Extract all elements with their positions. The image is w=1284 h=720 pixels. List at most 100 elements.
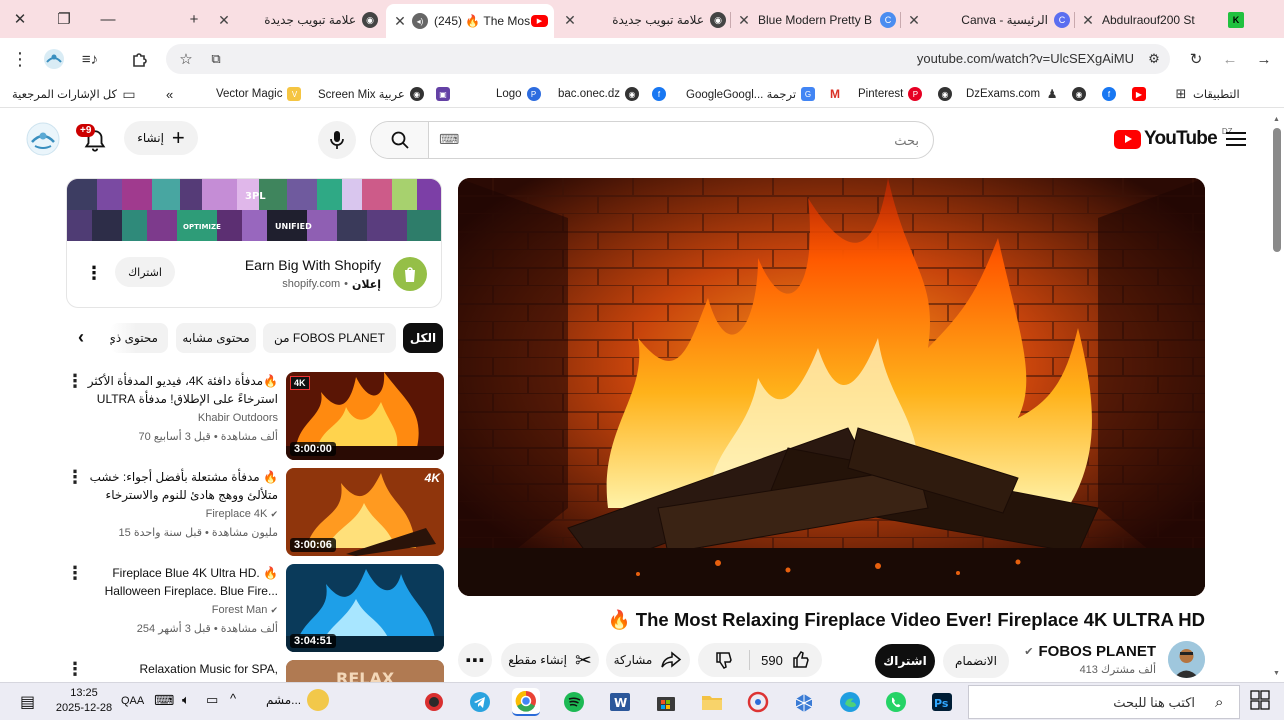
search-input[interactable] <box>479 130 919 150</box>
video-thumbnail[interactable]: RELAX <box>286 660 444 682</box>
bookmark-logo[interactable]: Logo P <box>496 85 541 103</box>
browser-tab[interactable]: ✕ Abdulraouf200 St K <box>1080 6 1244 34</box>
chrome-icon[interactable] <box>512 688 540 716</box>
channel-name[interactable]: ✔ FOBOS PLANET <box>1024 643 1156 660</box>
tab-close-icon[interactable]: ✕ <box>736 12 752 29</box>
taskbar-search-box[interactable]: ⌕ اكتب هنا للبحث <box>968 685 1240 719</box>
tab-close-icon[interactable]: ✕ <box>216 12 232 29</box>
app-icon[interactable] <box>790 688 818 716</box>
bookmark-gmail[interactable]: M <box>828 85 842 103</box>
telegram-icon[interactable] <box>466 688 494 716</box>
dislike-button[interactable] <box>698 650 750 670</box>
like-button[interactable]: 590 <box>750 650 822 670</box>
ad-more-icon[interactable]: ⋮ <box>85 263 103 284</box>
scroll-down-icon[interactable]: ▼ <box>1273 670 1280 677</box>
subscribe-button[interactable]: اشتراك <box>875 644 935 678</box>
ad-subscribe-button[interactable]: اشتراك <box>115 257 175 287</box>
browser-tab[interactable]: ✕ علامة تبويب جديدة ◉ <box>562 6 726 34</box>
chip-all[interactable]: الكل <box>403 323 443 353</box>
store-icon[interactable] <box>652 688 680 716</box>
input-language[interactable]: QAA <box>121 695 144 707</box>
ad-card[interactable]: 3PL OPTIMIZE UNIFIED Earn Big With Shopi… <box>66 178 442 308</box>
app-icon[interactable] <box>420 688 448 716</box>
new-tab-icon[interactable]: + <box>182 8 206 30</box>
channel-avatar[interactable] <box>1168 641 1205 678</box>
audio-icon[interactable]: ◂) <box>412 13 428 29</box>
join-button[interactable]: الانضمام <box>943 644 1009 678</box>
recommendation-title[interactable]: 🔥 مدفأة مشتعلة بأفضل أجواء: خشب متلألئ و… <box>82 468 278 504</box>
clip-button[interactable]: إنشاء مقطع ✂ <box>501 643 599 677</box>
reading-list-icon[interactable]: ≡♪ <box>78 47 102 71</box>
bookmark-facebook-2[interactable]: f <box>1102 85 1116 103</box>
system-clock[interactable]: 13:25 2025-12-28 <box>52 686 116 716</box>
keyboard-icon[interactable]: ⌨ <box>154 692 174 709</box>
recommendation-item[interactable]: 4K 3:00:06 🔥 مدفأة مشتعلة بأفضل أجواء: خ… <box>66 468 444 560</box>
tab-close-icon[interactable]: ✕ <box>906 12 922 29</box>
tab-close-icon[interactable]: ✕ <box>1080 12 1096 29</box>
weather-widget[interactable]: مشم... <box>266 689 330 711</box>
browser-tab[interactable]: ✕ Canva - الرئيسية C <box>906 6 1070 34</box>
show-hidden-icons[interactable]: ^ <box>230 691 236 706</box>
chip-related[interactable]: محتوى ذي <box>110 323 168 353</box>
profile-avatar[interactable] <box>42 47 66 71</box>
more-options-icon[interactable]: ⋮ <box>66 468 84 486</box>
keyboard-icon[interactable]: ⌨ <box>439 131 459 148</box>
share-button[interactable]: مشاركة <box>606 643 690 677</box>
account-avatar[interactable] <box>26 122 60 161</box>
extensions-icon[interactable] <box>128 47 152 71</box>
recommendation-channel[interactable]: Forest Man ✔ <box>212 604 278 616</box>
whatsapp-icon[interactable] <box>882 688 910 716</box>
reload-icon[interactable]: ↻ <box>1184 47 1208 71</box>
close-window-icon[interactable]: ✕ <box>8 8 32 30</box>
more-options-icon[interactable]: ⋮ <box>66 372 84 390</box>
bookmark-star-icon[interactable]: ☆ <box>174 47 198 71</box>
bookmark-chrome-2[interactable]: ◉ <box>1072 85 1086 103</box>
bookmarks-overflow-icon[interactable]: « <box>166 85 173 103</box>
network-icon[interactable]: ▭ <box>206 692 218 708</box>
tab-close-icon[interactable]: ✕ <box>562 12 578 29</box>
all-bookmarks-folder[interactable]: كل الإشارات المرجعية ▭ <box>12 85 136 103</box>
file-explorer-icon[interactable] <box>698 688 726 716</box>
more-options-icon[interactable]: ⋮ <box>66 564 84 582</box>
video-thumbnail[interactable]: 4K 3:00:06 <box>286 468 444 556</box>
recommendation-title[interactable]: 🔥مدفأة دافئة 4K، فيديو المدفأة الأكثر اس… <box>82 372 278 408</box>
browser-tab[interactable]: ✕ Blue Modern Pretty B C <box>736 6 896 34</box>
create-button[interactable]: إنشاء + <box>124 121 198 155</box>
notification-center-icon[interactable]: ▤ <box>20 692 35 712</box>
install-app-icon[interactable]: ⧉ <box>204 47 228 71</box>
recommendation-title[interactable]: Fireplace Blue 4K Ultra HD. 🔥 Halloween … <box>82 564 278 600</box>
youtube-logo[interactable]: YouTube DZ <box>1114 127 1233 150</box>
bookmark-vector-magic[interactable]: Vector Magic V <box>216 85 302 103</box>
recommendation-item[interactable]: RELAX Relaxation Music for SPA, ⋮ <box>66 660 444 682</box>
more-options-icon[interactable]: ⋮ <box>66 660 84 678</box>
hamburger-menu-icon[interactable] <box>1226 130 1246 148</box>
tab-close-icon[interactable]: ✕ <box>392 13 408 30</box>
menu-dots-icon[interactable]: ⋮ <box>8 47 32 71</box>
bookmark-facebook[interactable]: f <box>652 85 666 103</box>
bookmark-translate[interactable]: GoogleGoogl... ترجمة G <box>686 85 816 103</box>
voice-search-button[interactable] <box>318 121 356 159</box>
browser-tab-active[interactable]: ✕ ◂) (245) 🔥 The Mos ▶ <box>386 4 554 38</box>
recommendation-item[interactable]: 4K 3:00:00 🔥مدفأة دافئة 4K، فيديو المدفأ… <box>66 372 444 464</box>
bookmark-screen-mix[interactable]: Screen Mix عربية ◉ <box>318 85 424 103</box>
word-icon[interactable]: W <box>606 688 634 716</box>
chips-scroll-left-icon[interactable]: ‹ <box>78 327 84 348</box>
minimize-window-icon[interactable]: — <box>96 8 120 30</box>
bookmark-dzexams[interactable]: DzExams.com ♟ <box>966 85 1059 103</box>
restore-window-icon[interactable]: ❐ <box>52 8 76 30</box>
recommendation-channel[interactable]: Fireplace 4K ✔ <box>206 508 278 520</box>
scroll-up-icon[interactable]: ▲ <box>1273 116 1280 123</box>
site-settings-icon[interactable]: ⚙ <box>1142 47 1166 71</box>
bookmark-pinterest[interactable]: Pinterest P <box>858 85 923 103</box>
windows-start-icon[interactable] <box>1250 690 1272 712</box>
address-bar[interactable]: ☆ ⧉ youtube.com/watch?v=UlcSEXgAiMU ⚙ <box>166 44 1170 74</box>
scrollbar-thumb[interactable] <box>1273 128 1281 252</box>
bookmark-twitch[interactable]: ▣ <box>436 85 450 103</box>
spotify-icon[interactable] <box>560 688 588 716</box>
bookmark-bac[interactable]: bac.onec.dz ◉ <box>558 85 640 103</box>
video-thumbnail[interactable]: 4K 3:00:00 <box>286 372 444 460</box>
chip-similar[interactable]: محتوى مشابه <box>176 323 256 353</box>
recommendation-title[interactable]: Relaxation Music for SPA, <box>82 660 279 682</box>
browser-tab[interactable]: ✕ علامة تبويب جديدة ◉ <box>216 6 378 34</box>
recommendation-item[interactable]: 3:04:51 Fireplace Blue 4K Ultra HD. 🔥 Ha… <box>66 564 444 656</box>
